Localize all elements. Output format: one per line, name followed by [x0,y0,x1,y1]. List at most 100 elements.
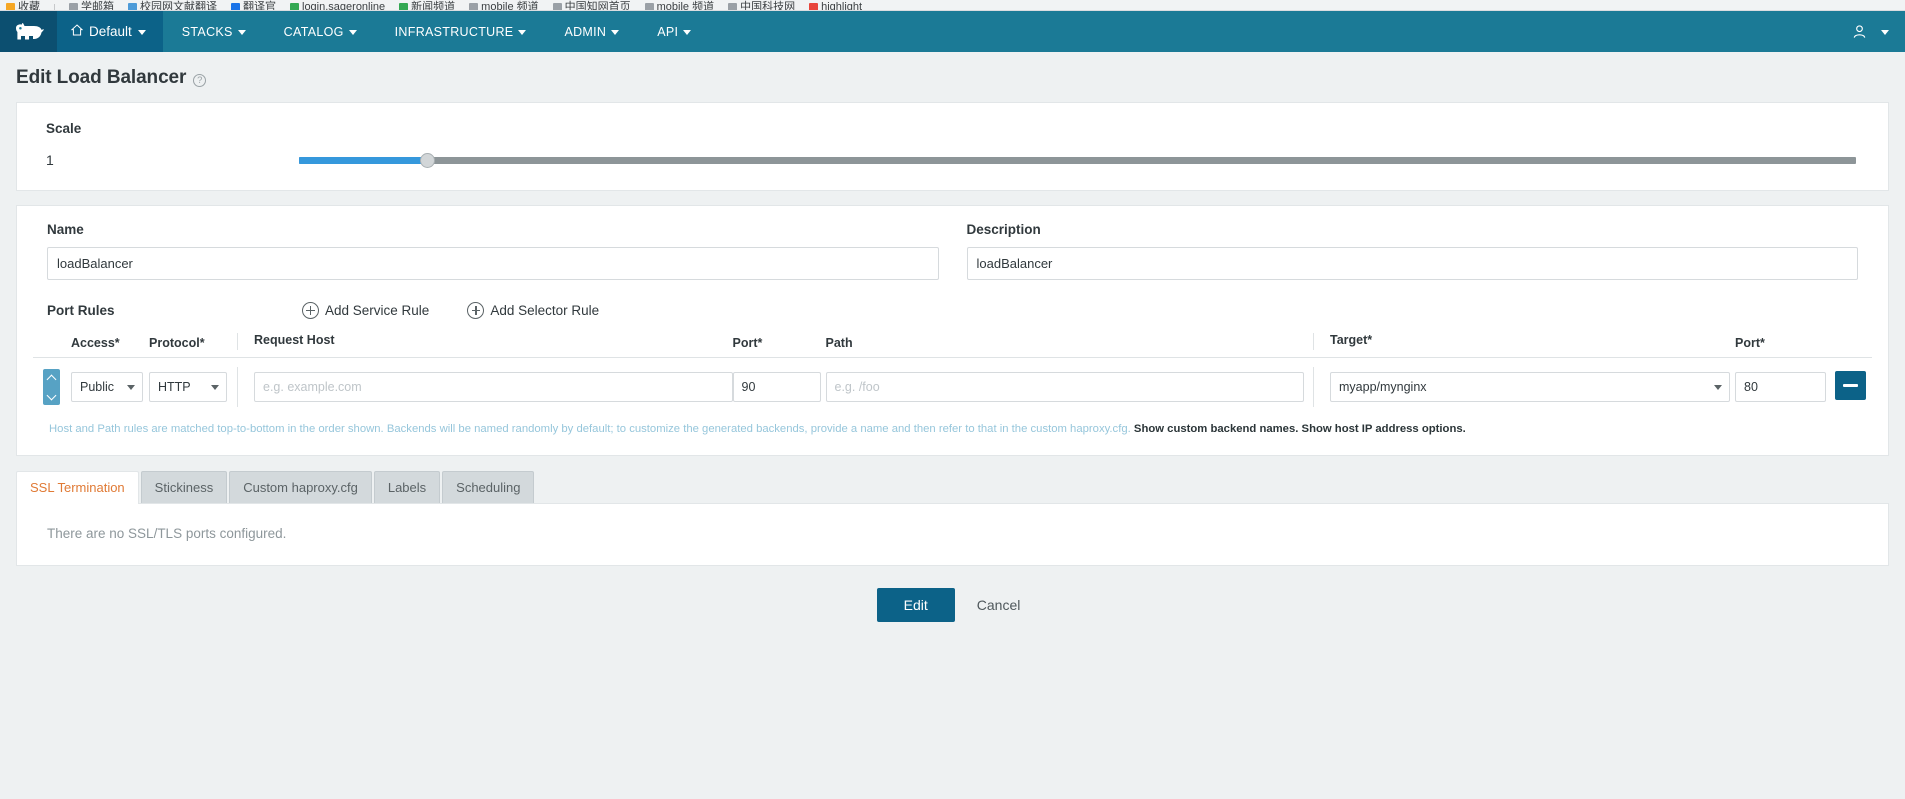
chevron-up-icon[interactable] [47,374,56,383]
chevron-down-icon[interactable] [47,392,56,401]
bookmark-item[interactable]: login.sageronline [290,1,386,11]
nav-item-infrastructure[interactable]: INFRASTRUCTURE [376,11,546,52]
bookmark-label: highlight [821,1,863,11]
remove-rule-button[interactable] [1835,370,1866,400]
nav-item-stacks[interactable]: STACKS [163,11,265,52]
tab-custom-haproxy-cfg[interactable]: Custom haproxy.cfg [229,470,372,503]
edit-button[interactable]: Edit [876,587,955,622]
nav-item-api[interactable]: API [638,11,710,52]
row-path-cell [821,372,1304,402]
bookmark-favicon [399,3,409,10]
nav-item-admin[interactable]: ADMIN [545,11,638,52]
nav-label: API [657,24,679,39]
target-port-input[interactable] [1735,372,1826,402]
bookmark-separator [54,4,55,10]
bookmark-item[interactable]: 学邮箱 [69,2,114,10]
scale-row: 1 [17,152,1888,168]
bookmark-item[interactable]: 中国科技网 [728,1,796,11]
main-menu: STACKS CATALOG INFRASTRUCTURE ADMIN API [163,11,711,52]
bookmark-item[interactable]: mobile 频道 [469,2,539,10]
chevron-down-icon [1714,385,1722,390]
page-header: Edit Load Balancer ? [0,52,1905,102]
user-icon[interactable] [1852,24,1867,39]
name-field-group: Name [47,222,939,280]
table-row: Public HTTP e.g. example.com 90 e.g. /fo… [33,358,1872,414]
page-title: Edit Load Balancer [16,67,187,88]
protocol-select[interactable]: HTTP [149,372,227,402]
row-access-cell: Public [63,372,143,402]
slider-fill [299,156,427,164]
column-header-protocol: Protocol* [149,336,205,350]
tab-stickiness[interactable]: Stickiness [140,470,228,503]
chevron-down-icon [348,30,357,35]
bookmark-item[interactable]: 收藏 [6,2,40,10]
bookmark-label: 翻译官 [243,1,276,11]
show-custom-backend-names-link[interactable]: Show custom backend names. [1134,423,1298,435]
name-input[interactable] [47,247,939,280]
chevron-down-icon [518,30,527,35]
tab-panel-ssl-termination: There are no SSL/TLS ports configured. [16,502,1889,566]
chevron-down-icon [137,30,146,35]
top-navigation-bar: Default STACKS CATALOG INFRASTRUCTURE AD… [0,11,1905,52]
chevron-down-icon [611,30,620,35]
cancel-button[interactable]: Cancel [969,597,1029,613]
slider-thumb[interactable] [419,152,435,168]
chevron-down-icon [211,385,219,390]
rancher-logo[interactable] [0,11,57,52]
source-port-input[interactable] [732,372,821,402]
add-selector-rule-label: Add Selector Rule [490,303,600,318]
add-service-rule-button[interactable]: Add Service Rule [302,302,429,319]
question-mark-icon[interactable]: ? [193,73,207,87]
target-select[interactable]: myapp/mynginx [1330,372,1730,402]
bookmark-favicon [69,3,78,10]
scale-slider[interactable] [299,152,1856,168]
access-select[interactable]: Public [71,372,143,402]
environment-selector[interactable]: Default [57,11,163,52]
tab-label: Scheduling [456,479,521,495]
path-input[interactable] [825,372,1304,402]
port-rules-title: Port Rules [47,303,115,318]
bookmark-label: login.sageronline [302,1,386,11]
name-label: Name [47,222,84,237]
column-header-request-host: Request Host [237,333,733,350]
bookmark-favicon [6,3,15,10]
bookmark-label: mobile 频道 [656,1,715,11]
scale-value: 1 [46,152,54,168]
port-rules-table: Access* Protocol* Request Host Port* Pat… [33,333,1872,455]
nav-label: ADMIN [564,24,607,39]
protocol-select-value: HTTP [158,380,191,394]
bookmark-item[interactable]: highlight [809,1,863,11]
bookmark-item[interactable]: 新闻频道 [399,2,455,10]
show-host-ip-options-link[interactable]: Show host IP address options. [1302,423,1466,435]
description-input[interactable] [966,247,1858,280]
column-header-target: Target* [1313,333,1730,350]
port-rules-table-header: Access* Protocol* Request Host Port* Pat… [33,333,1872,358]
nav-item-catalog[interactable]: CATALOG [265,11,376,52]
chevron-down-icon [237,30,246,35]
tab-ssl-termination[interactable]: SSL Termination [16,470,139,504]
bookmark-label: 中国科技网 [740,1,796,11]
request-host-input[interactable] [254,372,733,402]
add-selector-rule-button[interactable]: Add Selector Rule [467,302,599,319]
bookmark-item[interactable]: 中国知网首页 [552,1,631,11]
bookmark-favicon [552,3,562,10]
chevron-down-icon[interactable] [1881,30,1889,35]
form-footer: Edit Cancel [0,566,1905,622]
chevron-down-icon [683,30,692,35]
bookmark-label: 中国知网首页 [564,1,631,11]
row-actions-cell [1826,370,1872,404]
bookmark-item[interactable]: mobile 频道 [644,1,715,11]
environment-label: Default [89,24,132,39]
bookmark-favicon [809,3,819,10]
scale-label: Scale [46,121,82,136]
name-description-row: Name Description [17,222,1888,280]
bookmark-item[interactable]: 校园网文献翻译 [128,2,217,10]
tab-labels[interactable]: Labels [373,470,441,503]
column-header-access: Access* [71,336,120,350]
bookmark-favicon [231,3,240,10]
tab-scheduling[interactable]: Scheduling [442,470,535,503]
row-protocol-cell: HTTP [143,372,227,402]
reorder-up-down-icon[interactable] [43,369,60,405]
row-target-cell: myapp/mynginx [1313,367,1730,407]
bookmark-item[interactable]: 翻译官 [231,1,276,11]
